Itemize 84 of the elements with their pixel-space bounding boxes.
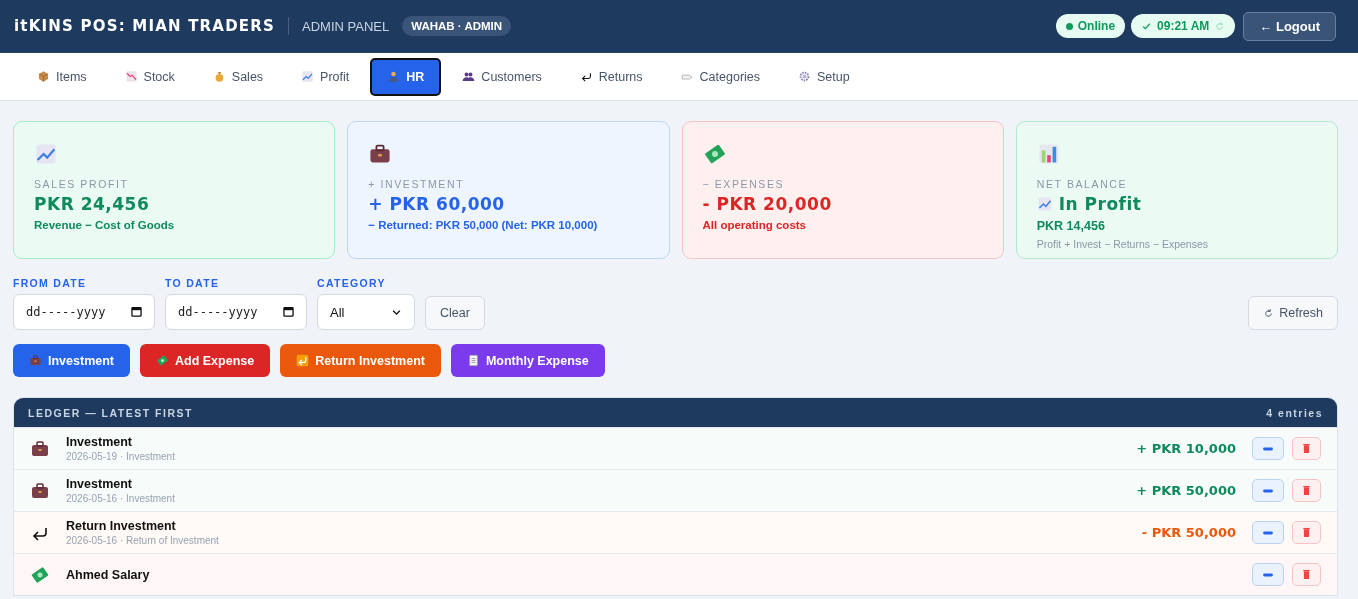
- briefcase-icon: [29, 354, 42, 367]
- card-label: NET BALANCE: [1036, 178, 1129, 190]
- field-label: FROM DATE: [13, 277, 88, 289]
- nav-tab[interactable]: Returns: [562, 57, 660, 96]
- card-value: - PKR 20,000: [702, 194, 833, 214]
- nav-tab[interactable]: Setup: [781, 57, 867, 96]
- edit-button[interactable]: [1252, 437, 1284, 460]
- date-field[interactable]: dd-----yyyy: [165, 294, 307, 330]
- refresh-icon: [1263, 307, 1275, 319]
- app-title: itKINS POS: MIAN TRADERS: [14, 17, 289, 35]
- action-button[interactable]: Monthly Expense: [450, 344, 605, 377]
- entry-amount: + PKR 50,000: [1136, 483, 1236, 498]
- entry-title: Investment: [66, 477, 133, 491]
- gear-icon: [798, 70, 812, 83]
- edit-button[interactable]: [1252, 521, 1284, 544]
- chart-down-icon: [124, 70, 138, 83]
- balance-status: In Profit: [1058, 194, 1142, 214]
- entry-count: 4 entries: [1266, 406, 1323, 419]
- entry-meta: 2026-05-19 · Investment: [66, 451, 176, 462]
- field-label: TO DATE: [165, 277, 221, 289]
- card-note: Profit + Invest − Returns − Expenses: [1036, 238, 1210, 250]
- entry-title: Return Investment: [66, 519, 177, 533]
- refresh-button[interactable]: Refresh: [1248, 296, 1338, 330]
- card-label: SALES PROFIT: [34, 178, 130, 190]
- card-label: − EXPENSES: [702, 178, 786, 190]
- calendar-icon: [282, 305, 295, 318]
- check-icon: [1141, 20, 1153, 32]
- return-icon: [296, 354, 310, 367]
- nav-tab[interactable]: Categories: [663, 57, 778, 96]
- entry-meta: 2026-05-16 · Investment: [66, 493, 176, 504]
- calendar-icon: [130, 305, 143, 318]
- card-note: All operating costs: [702, 219, 808, 231]
- online-status: Online: [1055, 14, 1126, 38]
- briefcase-icon: [30, 480, 50, 501]
- nav-tab[interactable]: HR: [370, 57, 442, 96]
- notepad-icon: [466, 354, 480, 367]
- date-field[interactable]: dd-----yyyy: [13, 294, 155, 330]
- return-icon: [579, 70, 593, 83]
- person-icon: [387, 70, 401, 83]
- nav-tab[interactable]: Items: [20, 57, 104, 96]
- balance-amount: PKR 14,456: [1036, 219, 1106, 233]
- card-note: − Returned: PKR 50,000 (Net: PKR 10,000): [368, 219, 599, 231]
- panel-label: ADMIN PANEL: [302, 18, 390, 34]
- category-select[interactable]: All: [317, 294, 415, 330]
- delete-button[interactable]: [1292, 437, 1321, 460]
- entry-title: Investment: [66, 435, 133, 449]
- trash-icon: [1300, 484, 1313, 497]
- action-button[interactable]: Add Expense: [140, 344, 271, 377]
- refresh-icon: [1214, 20, 1226, 32]
- edit-button[interactable]: [1252, 563, 1284, 586]
- clear-button[interactable]: Clear: [425, 296, 485, 330]
- action-button[interactable]: Investment: [13, 344, 130, 377]
- chart-up-icon: [34, 142, 58, 166]
- delete-button[interactable]: [1292, 521, 1321, 544]
- people-icon: [462, 70, 476, 83]
- edit-button[interactable]: [1252, 479, 1284, 502]
- bar-chart-icon: [1036, 142, 1061, 166]
- chart-up-icon: [301, 70, 315, 83]
- trash-icon: [1300, 526, 1313, 539]
- ledger-title: LEDGER — LATEST FIRST: [28, 406, 193, 419]
- trash-icon: [1300, 568, 1313, 581]
- action-button[interactable]: Return Investment: [280, 344, 441, 377]
- trash-icon: [1300, 442, 1313, 455]
- entry-amount: + PKR 10,000: [1136, 441, 1236, 456]
- box-icon: [37, 70, 50, 83]
- delete-button[interactable]: [1292, 563, 1321, 586]
- briefcase-icon: [30, 438, 50, 459]
- chart-up-icon: [1036, 196, 1053, 212]
- entry-meta: 2026-05-16 · Return of Investment: [66, 535, 220, 546]
- nav-tab[interactable]: Sales: [195, 57, 281, 96]
- entry-amount: - PKR 50,000: [1141, 525, 1236, 540]
- logout-button[interactable]: ← Logout: [1243, 11, 1336, 41]
- entry-title: Ahmed Salary: [66, 567, 151, 582]
- card-value: + PKR 60,000: [368, 194, 506, 214]
- card-label: + INVESTMENT: [368, 178, 466, 190]
- card-note: Revenue − Cost of Goods: [34, 219, 176, 231]
- user-badge: WAHAB · ADMIN: [402, 16, 512, 36]
- nav-tab[interactable]: Stock: [107, 57, 192, 96]
- delete-button[interactable]: [1292, 479, 1321, 502]
- card-value: PKR 24,456: [34, 194, 151, 214]
- nav-tab[interactable]: Profit: [284, 57, 367, 96]
- nav-tab[interactable]: Customers: [445, 57, 559, 96]
- money-icon: [156, 354, 169, 367]
- field-label: CATEGORY: [317, 277, 387, 289]
